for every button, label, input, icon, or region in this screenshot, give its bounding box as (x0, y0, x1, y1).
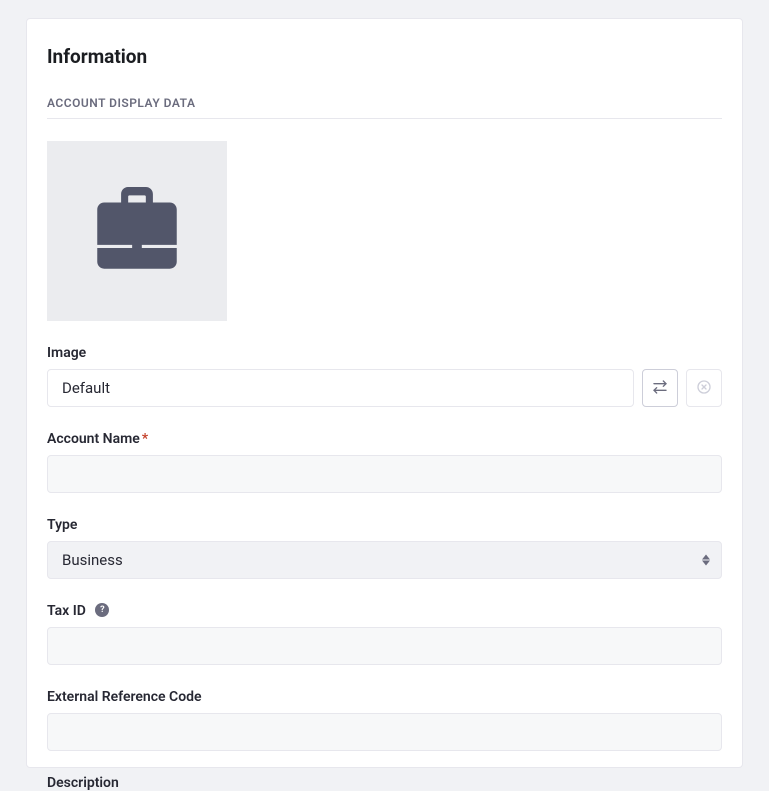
description-field-group: Description (47, 775, 722, 791)
section-header: ACCOUNT DISPLAY DATA (47, 96, 722, 119)
help-icon[interactable]: ? (95, 603, 109, 617)
external-ref-input[interactable] (47, 713, 722, 751)
type-field-group: Type Business (47, 517, 722, 579)
type-label: Type (47, 517, 722, 533)
account-name-input[interactable] (47, 455, 722, 493)
panel-title: Information (47, 45, 722, 68)
account-name-label: Account Name* (47, 431, 722, 447)
image-field-group: Image (47, 345, 722, 407)
required-indicator: * (142, 431, 148, 447)
external-ref-label: External Reference Code (47, 689, 722, 705)
tax-id-input[interactable] (47, 627, 722, 665)
image-label: Image (47, 345, 722, 361)
swap-icon (652, 379, 668, 398)
close-circle-icon (696, 379, 712, 398)
clear-image-button[interactable] (686, 369, 722, 407)
account-name-field-group: Account Name* (47, 431, 722, 493)
tax-id-field-group: Tax ID ? (47, 603, 722, 665)
image-input[interactable] (47, 369, 634, 407)
image-preview (47, 141, 227, 321)
description-label: Description (47, 775, 722, 791)
type-select[interactable]: Business (47, 541, 722, 579)
briefcase-icon (84, 176, 190, 286)
information-panel: Information ACCOUNT DISPLAY DATA Image (26, 18, 743, 768)
external-ref-field-group: External Reference Code (47, 689, 722, 751)
image-input-row (47, 369, 722, 407)
type-select-wrap: Business (47, 541, 722, 579)
swap-image-button[interactable] (642, 369, 678, 407)
tax-id-label: Tax ID ? (47, 603, 722, 619)
